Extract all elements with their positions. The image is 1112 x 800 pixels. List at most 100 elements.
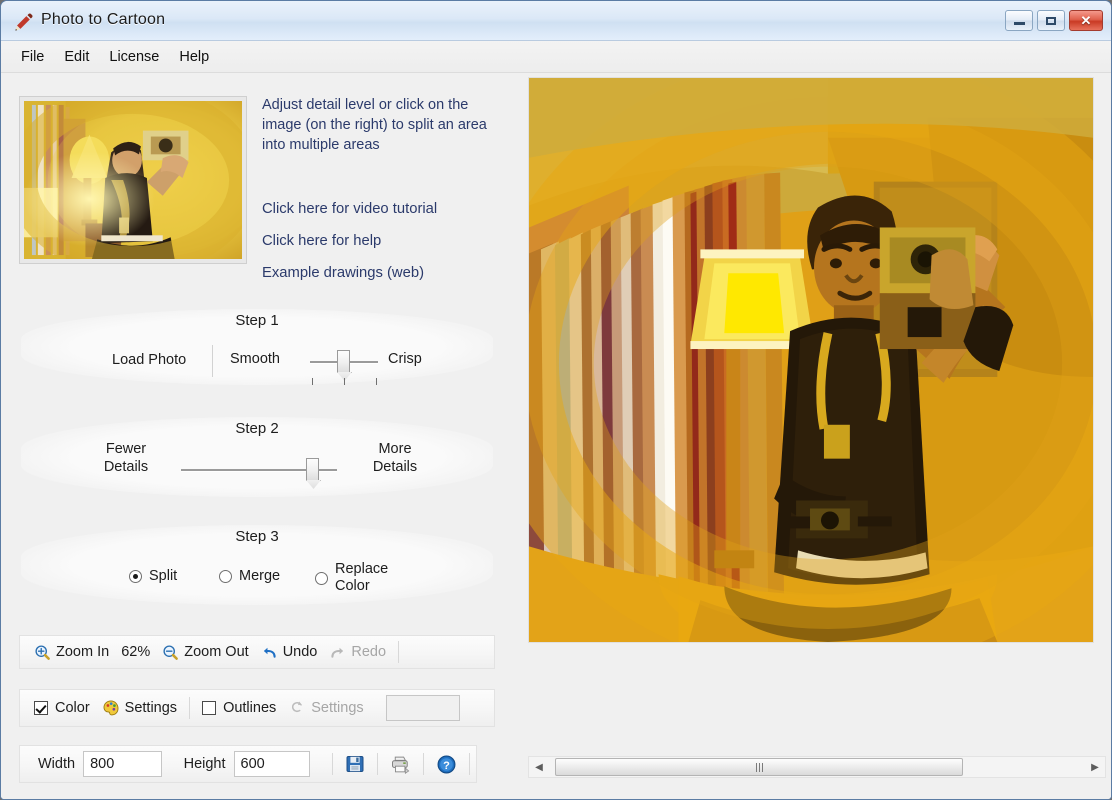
load-photo-button[interactable]: Load Photo <box>104 349 194 371</box>
help-links: Click here for video tutorial Click here… <box>262 201 502 297</box>
original-photo-thumbnail[interactable] <box>19 96 247 264</box>
zoom-toolbar: Zoom In 62% Zoom Out Undo Redo <box>19 635 495 669</box>
window-controls: ✕ <box>1005 10 1103 31</box>
step1-tick <box>312 378 313 385</box>
outlines-label: Outlines <box>223 700 277 716</box>
step1-title: Step 1 <box>235 312 279 329</box>
toolbar-divider <box>212 345 213 377</box>
main-body: Adjust detail level or click on the imag… <box>1 73 1111 799</box>
undo-button[interactable]: Undo <box>255 641 324 664</box>
redo-button: Redo <box>323 641 392 664</box>
color-settings-button[interactable]: Settings <box>96 696 183 720</box>
magnifier-plus-icon <box>35 644 50 660</box>
radio-merge-indicator[interactable] <box>219 570 232 583</box>
scrollbar-thumb[interactable] <box>555 758 963 776</box>
magnifier-minus-icon <box>163 644 179 660</box>
undo-label: Undo <box>282 644 318 660</box>
zoom-in-button[interactable]: Zoom In <box>28 641 115 664</box>
step2-left-label-line1: Fewer <box>105 441 147 457</box>
link-video-tutorial[interactable]: Click here for video tutorial <box>262 201 502 217</box>
outlines-checkbox[interactable]: Outlines <box>196 697 282 719</box>
outlines-settings-label: Settings <box>311 700 364 716</box>
toolbar-divider <box>423 753 425 775</box>
printer-icon <box>392 756 410 774</box>
link-help[interactable]: Click here for help <box>262 233 502 249</box>
thumbnail-image <box>24 101 242 259</box>
step2-title: Step 2 <box>235 420 279 437</box>
menu-item-license[interactable]: License <box>99 46 169 68</box>
redo-label: Redo <box>351 644 387 660</box>
window-title: Photo to Cartoon <box>41 11 166 28</box>
zoom-out-button[interactable]: Zoom Out <box>156 641 254 664</box>
maximize-icon <box>1046 16 1056 25</box>
outlines-settings-button: Settings <box>282 696 369 720</box>
step2-left-label-line2: Details <box>103 459 149 475</box>
cartoon-image[interactable] <box>529 78 1093 642</box>
menu-item-edit[interactable]: Edit <box>54 46 99 68</box>
step1-tick <box>344 378 345 385</box>
radio-split-label: Split <box>149 568 178 584</box>
zoom-out-label: Zoom Out <box>184 644 249 660</box>
step3-title: Step 3 <box>235 528 279 545</box>
color-checkbox-indicator[interactable] <box>34 701 48 715</box>
width-input[interactable]: 800 <box>83 751 162 777</box>
step2-slider-thumb[interactable] <box>306 458 319 480</box>
print-button[interactable] <box>384 751 417 778</box>
instruction-text: Adjust detail level or click on the imag… <box>262 97 487 153</box>
left-control-panel: Adjust detail level or click on the imag… <box>1 73 513 799</box>
radio-option-merge[interactable]: Merge <box>219 568 280 585</box>
toolbar-divider <box>377 753 379 775</box>
maximize-button[interactable] <box>1037 10 1065 31</box>
color-label: Color <box>55 700 90 716</box>
outlines-checkbox-indicator[interactable] <box>202 701 217 715</box>
scroll-right-arrow[interactable]: ▶ <box>1085 757 1105 777</box>
color-checkbox[interactable]: Color <box>28 697 96 719</box>
undo-arrow-icon <box>263 647 276 658</box>
link-example-drawings[interactable]: Example drawings (web) <box>262 265 502 281</box>
menu-item-file[interactable]: File <box>11 46 54 68</box>
toolbar-divider <box>332 753 334 775</box>
save-button[interactable] <box>339 751 371 777</box>
scroll-left-arrow[interactable]: ◀ <box>529 757 549 777</box>
height-label: Height <box>183 756 226 772</box>
svg-text:?: ? <box>443 760 450 772</box>
step2-right-label: More Details <box>364 440 426 476</box>
minimize-button[interactable] <box>1005 10 1033 31</box>
menu-item-help[interactable]: Help <box>169 46 219 68</box>
radio-replace-color-label-line2: Color <box>335 578 370 594</box>
close-icon: ✕ <box>1080 13 1092 28</box>
close-button[interactable]: ✕ <box>1069 10 1103 31</box>
color-settings-label: Settings <box>124 700 178 716</box>
redo-arrow-icon <box>331 647 344 658</box>
step1-tick <box>376 378 377 385</box>
radio-replace-color-indicator[interactable] <box>315 571 328 585</box>
title-bar: Photo to Cartoon ✕ <box>1 1 1111 41</box>
height-input[interactable]: 600 <box>233 751 311 777</box>
pencil-icon <box>15 13 33 31</box>
radio-replace-color-label: Replace Color <box>335 561 388 595</box>
cartoon-preview-canvas[interactable] <box>528 77 1094 643</box>
step1-slider-thumb[interactable] <box>337 350 350 372</box>
toolbar-divider <box>469 753 471 775</box>
radio-split-indicator[interactable] <box>129 570 142 583</box>
toolbar-divider <box>398 641 400 663</box>
radio-option-split[interactable]: Split <box>129 568 177 585</box>
radio-merge-label: Merge <box>239 568 281 584</box>
scrollbar-track[interactable] <box>549 757 1085 777</box>
app-window: Photo to Cartoon ✕ File Edit License Hel… <box>0 0 1112 800</box>
step2-right-label-line2: Details <box>372 459 418 475</box>
render-toolbar: Color Settings Outlines Settings <box>19 689 495 727</box>
outline-circle-icon <box>292 701 303 713</box>
outline-preview-box[interactable] <box>385 695 460 721</box>
canvas-horizontal-scrollbar[interactable]: ◀ ▶ <box>528 756 1106 778</box>
zoom-in-label: Zoom In <box>56 644 110 660</box>
help-question-icon: ? <box>437 755 456 773</box>
menu-bar: File Edit License Help <box>1 41 1111 73</box>
zoom-level-value: 62% <box>121 644 151 660</box>
radio-replace-color-label-line1: Replace <box>335 561 389 577</box>
size-toolbar: Width 800 Height 600 ? <box>19 745 477 783</box>
toolbar-divider <box>189 697 191 719</box>
radio-option-replace-color[interactable]: Replace Color <box>315 561 388 595</box>
step1-right-label: Crisp <box>388 351 422 367</box>
help-button[interactable]: ? <box>430 751 463 778</box>
